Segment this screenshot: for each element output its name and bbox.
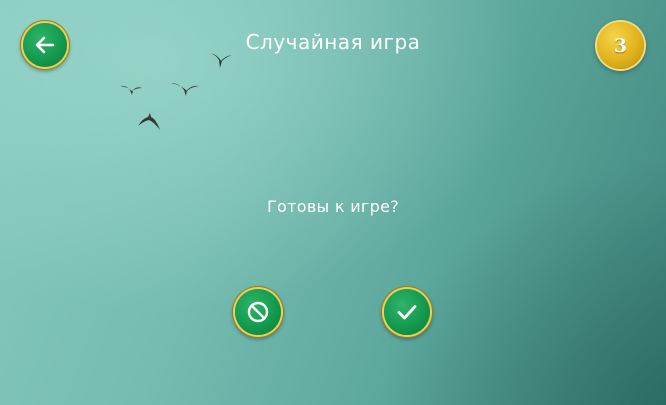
coin-counter: 3 — [597, 22, 644, 69]
game-screen: Случайная игра 3 Готовы к игре? — [0, 0, 666, 405]
page-title: Случайная игра — [245, 30, 421, 54]
confirm-button[interactable] — [384, 289, 430, 335]
bird-icon — [120, 85, 142, 95]
cancel-button[interactable] — [235, 289, 281, 335]
prohibited-icon — [247, 301, 269, 323]
bird-icon — [171, 83, 199, 96]
coin-count: 3 — [613, 34, 628, 57]
checkmark-icon — [397, 305, 417, 320]
bird-icon — [138, 113, 160, 130]
ready-prompt: Готовы к игре? — [266, 197, 400, 216]
bird-icon — [210, 53, 232, 68]
